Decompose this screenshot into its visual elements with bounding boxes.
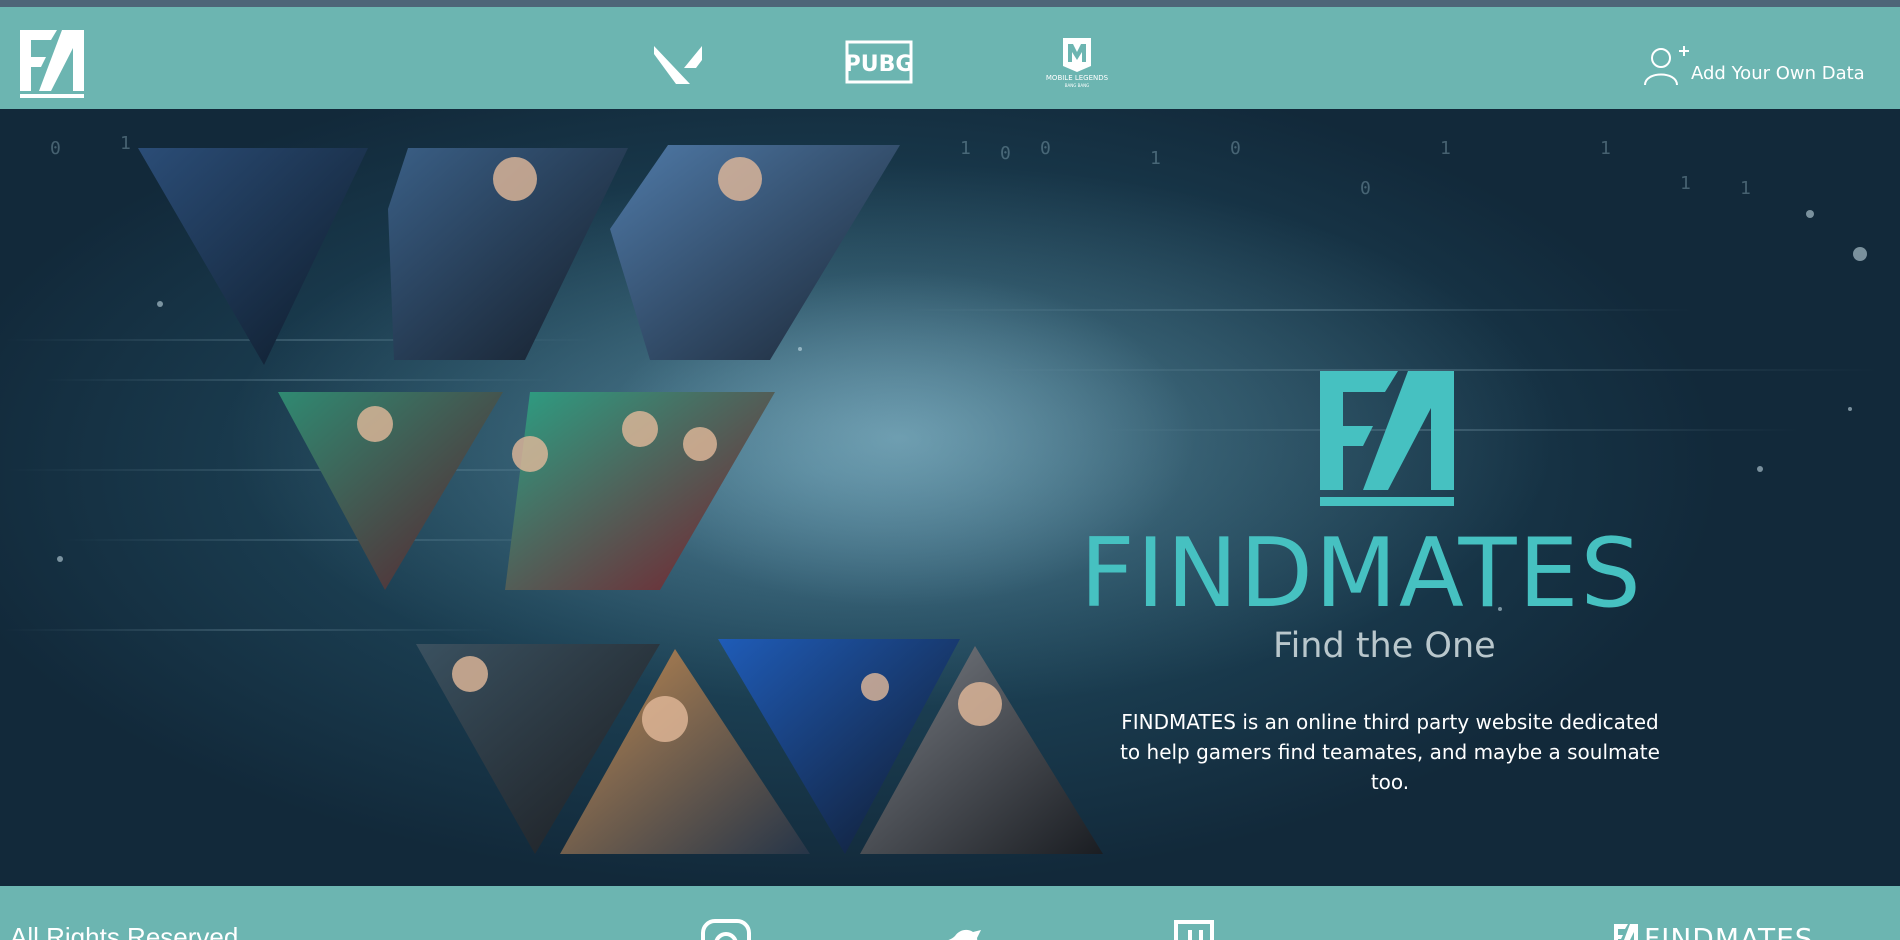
fm-logo-icon: [20, 30, 84, 98]
instagram-icon: [701, 919, 751, 940]
nav-mobile-legends-link[interactable]: MOBILE LEGENDS BANG BANG: [1043, 32, 1111, 90]
navbar: PUBG MOBILE LEGENDS BANG BANG Add Your O…: [0, 7, 1900, 109]
svg-text:0: 0: [1230, 138, 1241, 159]
svg-text:1: 1: [1680, 173, 1691, 194]
twitter-icon: [937, 929, 981, 940]
hero-description-line-1: FINDMATES is an online third party websi…: [1121, 710, 1659, 734]
site-logo-link[interactable]: [17, 27, 87, 99]
svg-text:1: 1: [1150, 148, 1161, 169]
top-border: [0, 0, 1900, 7]
nav-valorant-link[interactable]: [650, 42, 706, 86]
svg-text:1: 1: [1440, 138, 1451, 159]
hero-description: FINDMATES is an online third party websi…: [1110, 707, 1670, 797]
footer: All Rights Reserved FINDMATES: [0, 886, 1900, 940]
pubg-icon-label: PUBG: [845, 52, 913, 77]
twitter-link[interactable]: [935, 918, 987, 940]
twitch-link[interactable]: [1172, 918, 1216, 940]
hero-section: 010 101 011 101 FINDMATES Find the One F…: [0, 109, 1900, 886]
instagram-link[interactable]: [700, 918, 752, 940]
add-your-own-data-button[interactable]: Add Your Own Data: [1643, 39, 1865, 89]
hero-description-line-2: to help gamers find teamates, and maybe …: [1120, 740, 1660, 794]
footer-fm-logo-icon: [1614, 924, 1638, 940]
nav-pubg-link[interactable]: PUBG: [845, 40, 913, 84]
hero-tagline: Find the One: [1273, 626, 1496, 666]
footer-logo-text: FINDMATES: [1644, 922, 1814, 940]
valorant-icon: [654, 46, 702, 84]
collage-photo-1: [138, 148, 368, 365]
add-user-icon: [1644, 46, 1689, 86]
hero-title: FINDMATES: [1080, 519, 1643, 629]
svg-text:1: 1: [1600, 138, 1611, 159]
add-data-label: Add Your Own Data: [1691, 63, 1865, 84]
svg-text:1: 1: [1740, 178, 1751, 199]
footer-logo: FINDMATES: [1612, 922, 1814, 940]
twitch-icon: [1174, 920, 1214, 940]
pubg-icon: PUBG: [845, 40, 913, 84]
gamer-photo-collage: [138, 145, 1103, 854]
svg-text:0: 0: [1360, 178, 1371, 199]
mobile-legends-icon: MOBILE LEGENDS BANG BANG: [1046, 38, 1109, 88]
mobile-legends-label: MOBILE LEGENDS: [1046, 74, 1109, 82]
mobile-legends-sublabel: BANG BANG: [1065, 83, 1089, 88]
footer-copyright: All Rights Reserved: [10, 922, 239, 940]
findmates-logo-icon: [1320, 371, 1454, 506]
